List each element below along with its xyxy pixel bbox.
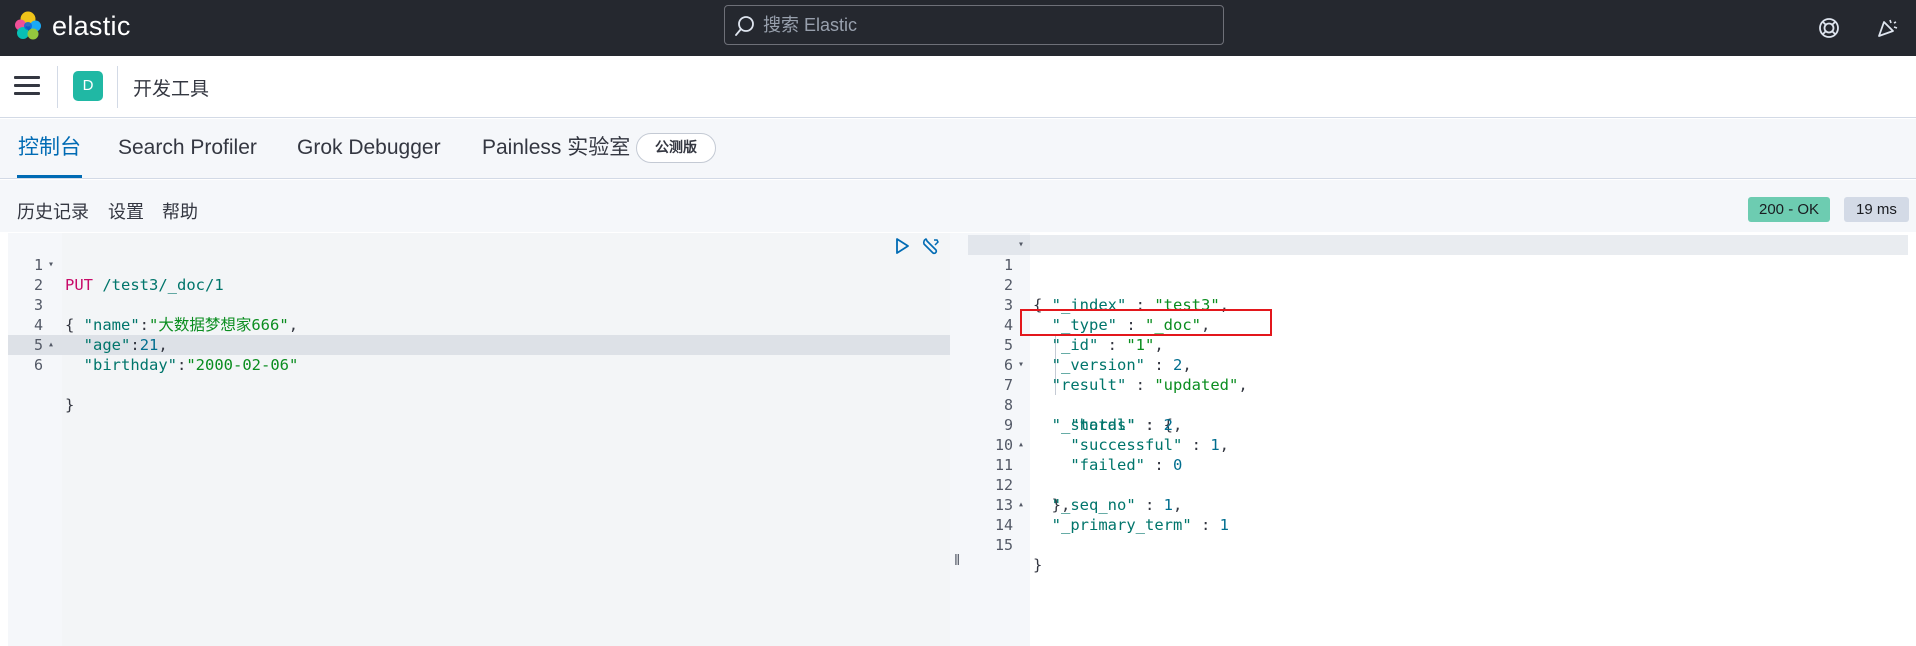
code-line: 13 "_primary_term" : 1 xyxy=(994,496,1229,534)
lifebuoy-icon[interactable] xyxy=(1814,13,1844,43)
code-line: 3 "name":"大数据梦想家666", xyxy=(33,296,299,334)
search-input[interactable] xyxy=(763,7,1213,43)
dev-tools-tabs: 控制台 Search Profiler Grok Debugger Painle… xyxy=(0,119,1916,179)
fold-close-icon[interactable]: ▴ xyxy=(48,335,54,355)
fold-open-icon[interactable]: ▾ xyxy=(1018,355,1024,375)
console-toolbar: 历史记录 设置 帮助 xyxy=(0,180,1916,232)
fold-close-icon[interactable]: ▴ xyxy=(1018,495,1024,515)
response-viewer[interactable]: 1 ▾ { 2 "_index" : "test3", 3 "_type" : … xyxy=(968,233,1908,646)
help-link[interactable]: 帮助 xyxy=(162,198,198,224)
code-line: 14 ▴ } xyxy=(968,495,1908,574)
newsfeed-icon[interactable] xyxy=(1872,13,1902,43)
elastic-logo-icon xyxy=(15,11,41,40)
menu-bar-icon xyxy=(14,92,40,95)
request-editor[interactable]: 1 PUT /test3/_doc/1 2 ▾ { 3 "name":"大数据梦… xyxy=(8,233,950,646)
global-search[interactable] xyxy=(724,5,1224,45)
menu-bar-icon xyxy=(14,84,40,87)
tab-console[interactable]: 控制台 xyxy=(17,119,82,178)
settings-link[interactable]: 设置 xyxy=(108,198,144,224)
tab-painless-lab[interactable]: Painless 实验室 xyxy=(482,119,630,178)
code-line: 10 "failed" : 0 xyxy=(994,436,1183,474)
pane-resizer[interactable]: ‖ xyxy=(950,233,968,646)
code-line: 2 ▾ { xyxy=(8,255,950,334)
brand-name: elastic xyxy=(52,10,131,41)
resize-handle-icon: ‖ xyxy=(954,552,961,569)
code-line: 8 "total" : 2, xyxy=(1003,396,1183,434)
code-line: 1 ▾ { xyxy=(968,235,1908,314)
breadcrumb: 开发工具 xyxy=(133,78,210,100)
menu-toggle-button[interactable] xyxy=(14,76,40,98)
code-line: 4 "age":21, xyxy=(33,316,168,354)
space-avatar[interactable]: D xyxy=(73,71,103,101)
search-icon xyxy=(735,16,754,36)
wrench-icon[interactable] xyxy=(920,236,942,258)
fold-open-icon[interactable]: ▾ xyxy=(1018,235,1024,255)
request-time-badge: 19 ms xyxy=(1844,197,1909,222)
fold-close-icon[interactable]: ▴ xyxy=(1018,435,1024,455)
code-line: 15 xyxy=(994,536,1013,554)
breadcrumb-bar: D 开发工具 xyxy=(0,56,1916,118)
highlight-annotation xyxy=(1020,309,1272,336)
menu-bar-icon xyxy=(14,76,40,79)
code-line: 2 "_index" : "test3", xyxy=(1003,276,1229,314)
divider xyxy=(117,66,118,108)
code-line: 6 ▴ } xyxy=(8,335,950,414)
code-line: 9 "successful" : 1, xyxy=(1003,416,1229,454)
elastic-logo[interactable]: elastic xyxy=(12,10,131,42)
global-header: elastic xyxy=(0,0,1916,56)
tab-search-profiler[interactable]: Search Profiler xyxy=(118,119,257,178)
status-badge: 200 - OK xyxy=(1748,197,1831,222)
code-line: 12 "_seq_no" : 1, xyxy=(994,476,1183,514)
fold-open-icon[interactable]: ▾ xyxy=(48,255,54,275)
send-request-icon[interactable] xyxy=(893,236,911,256)
beta-badge: 公测版 xyxy=(636,133,716,163)
code-line: 7 ▾ "_shards" : { xyxy=(968,355,1908,434)
tab-grok-debugger[interactable]: Grok Debugger xyxy=(297,119,441,178)
code-line: 1 PUT /test3/_doc/1 xyxy=(33,256,224,294)
code-line: 3 "_type" : "_doc", xyxy=(1003,296,1211,334)
code-line: 11 ▴ }, xyxy=(968,435,1908,514)
code-line: 6 "result" : "updated", xyxy=(1003,356,1248,394)
divider xyxy=(57,66,58,108)
code-line: 5 "birthday":"2000-02-06" xyxy=(33,336,299,374)
history-link[interactable]: 历史记录 xyxy=(17,198,89,224)
